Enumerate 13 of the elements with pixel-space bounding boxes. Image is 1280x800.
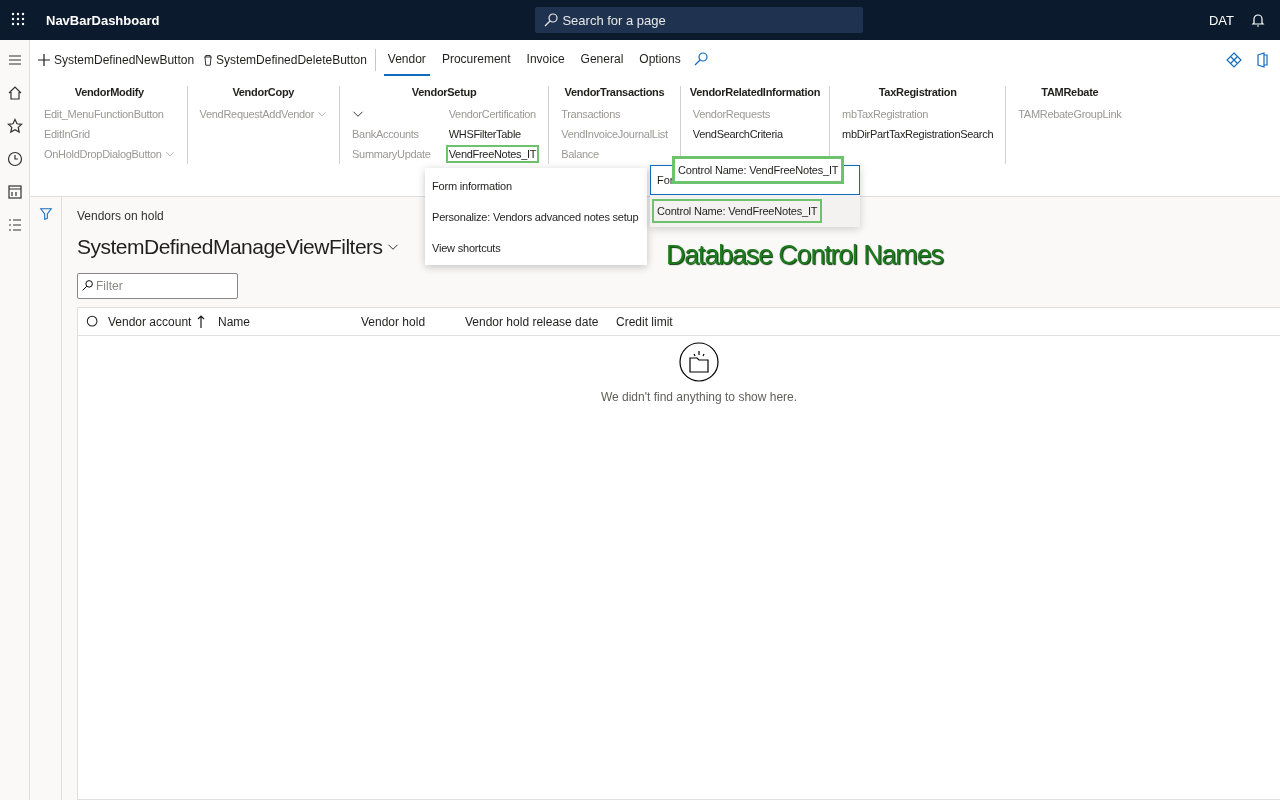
group-title: VendorTransactions [564,86,665,98]
group-title: VendorModify [74,86,144,98]
page-caption: Vendors on hold [77,209,164,223]
app-title: NavBarDashboard [46,12,160,28]
group-title: TaxRegistration [878,86,957,98]
empty-message: We didn't find anything to show here. [600,390,798,404]
group-title: VendorRelatedInformation [689,86,821,98]
annotation-text: Database Control Names [666,240,943,271]
group-title: VendorSetup [411,86,477,98]
group-title: TAMRebate [1041,86,1099,98]
page-title: SystemDefinedManageViewFilters [77,235,383,259]
group-title: VendorCopy [232,86,295,98]
control-name-tooltip: Control Name: VendFreeNotes_IT [672,156,845,184]
